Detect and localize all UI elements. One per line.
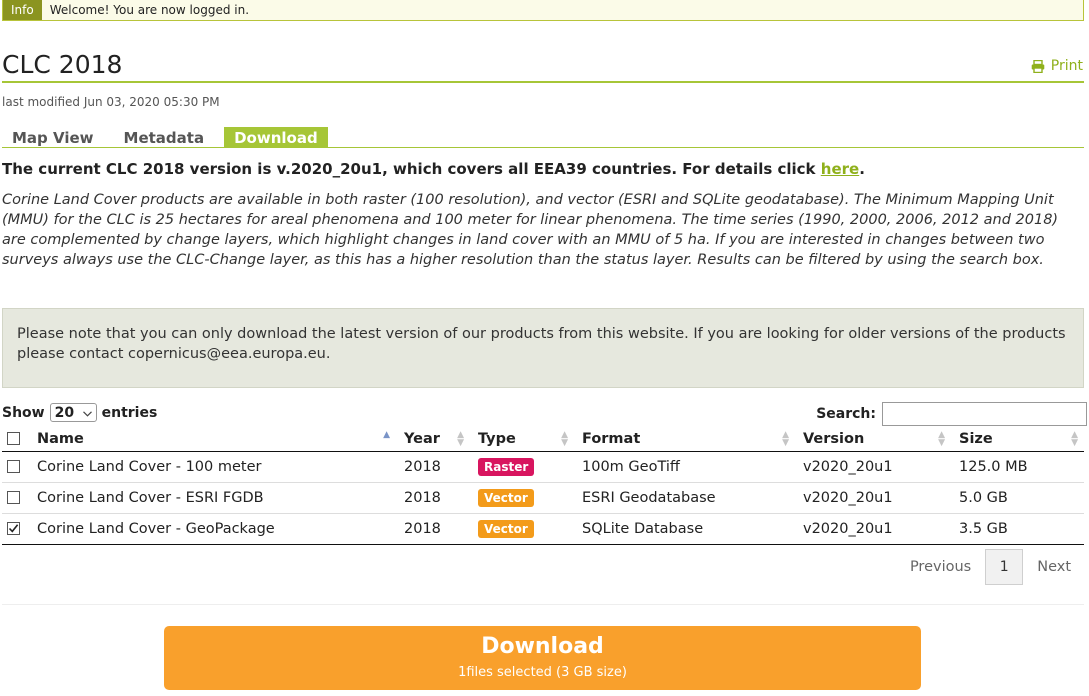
printer-icon xyxy=(1031,59,1045,73)
download-button-label: Download xyxy=(481,634,604,659)
tab-metadata[interactable]: Metadata xyxy=(114,127,215,148)
downloads-table: Name ▲ Year ▲ ▼ Type ▲ ▼ Format ▲ ▼ Version… xyxy=(2,427,1084,545)
chevron-down-icon xyxy=(82,405,92,421)
cell-size: 5.0 GB xyxy=(951,482,1084,514)
cell-year: 2018 xyxy=(396,482,470,514)
column-header-name[interactable]: Name ▲ xyxy=(29,427,396,452)
row-checkbox[interactable] xyxy=(7,491,20,504)
column-header-format[interactable]: Format ▲ ▼ xyxy=(574,427,795,452)
version-notice: The current CLC 2018 version is v.2020_2… xyxy=(2,160,865,178)
next-page-button[interactable]: Next xyxy=(1023,559,1085,575)
pagination-divider xyxy=(2,604,1084,605)
sort-icon: ▲ ▼ xyxy=(782,430,789,448)
product-description: Corine Land Cover products are available… xyxy=(2,192,1059,268)
tab-bar: Map View Metadata Download xyxy=(2,127,328,148)
row-checkbox[interactable] xyxy=(7,460,20,473)
tab-map-view[interactable]: Map View xyxy=(2,127,104,148)
version-note-text: Please note that you can only download t… xyxy=(17,326,1066,362)
version-note-box: Please note that you can only download t… xyxy=(2,308,1084,388)
tab-download[interactable]: Download xyxy=(224,127,328,148)
cell-name: Corine Land Cover - ESRI FGDB xyxy=(29,482,396,514)
select-all-checkbox[interactable] xyxy=(7,432,20,446)
cell-version: v2020_20u1 xyxy=(795,513,951,545)
cell-size: 3.5 GB xyxy=(951,513,1084,545)
download-button[interactable]: Download 1files selected (3 GB size) xyxy=(164,626,921,690)
cell-version: v2020_20u1 xyxy=(795,451,951,483)
cell-year: 2018 xyxy=(396,513,470,545)
select-all-cell xyxy=(2,427,29,452)
column-header-version[interactable]: Version ▲ ▼ xyxy=(795,427,951,452)
previous-page-button[interactable]: Previous xyxy=(896,559,985,575)
type-badge: Vector xyxy=(478,519,534,538)
column-header-year[interactable]: Year ▲ ▼ xyxy=(396,427,470,452)
entries-value: 20 xyxy=(54,404,75,421)
search-label: Search: xyxy=(816,406,876,422)
sort-icon: ▲ ▼ xyxy=(561,430,568,448)
pagination: Previous 1 Next xyxy=(896,549,1085,585)
sort-ascending-icon: ▲ xyxy=(383,430,390,440)
last-modified: last modified Jun 03, 2020 05:30 PM xyxy=(2,95,220,109)
type-badge: Raster xyxy=(478,457,535,476)
table-header-row: Name ▲ Year ▲ ▼ Type ▲ ▼ Format ▲ ▼ Version… xyxy=(2,427,1084,452)
current-page-button[interactable]: 1 xyxy=(985,549,1024,585)
cell-format: ESRI Geodatabase xyxy=(574,482,795,514)
cell-format: SQLite Database xyxy=(574,513,795,545)
column-header-type[interactable]: Type ▲ ▼ xyxy=(470,427,574,452)
table-row[interactable]: Corine Land Cover - ESRI FGDB 2018 Vecto… xyxy=(2,482,1084,514)
page-length-control: Show 20 entries xyxy=(2,403,157,422)
table-search: Search: xyxy=(816,402,1087,426)
version-notice-text: The current CLC 2018 version is v.2020_2… xyxy=(2,160,821,178)
info-message-bar: Info Welcome! You are now logged in. xyxy=(2,0,1084,21)
version-notice-end: . xyxy=(859,160,865,178)
search-input[interactable] xyxy=(882,402,1087,426)
info-tag: Info xyxy=(3,0,42,20)
print-label: Print xyxy=(1050,58,1083,74)
column-header-size[interactable]: Size ▲ ▼ xyxy=(951,427,1084,452)
print-link[interactable]: Print xyxy=(1031,58,1083,74)
details-link[interactable]: here xyxy=(821,160,859,178)
checkmark-icon xyxy=(8,524,19,533)
title-divider xyxy=(2,81,1084,83)
entries-select[interactable]: 20 xyxy=(49,403,97,422)
cell-year: 2018 xyxy=(396,451,470,483)
cell-size: 125.0 MB xyxy=(951,451,1084,483)
cell-version: v2020_20u1 xyxy=(795,482,951,514)
tabs-divider xyxy=(2,147,1084,148)
table-row[interactable]: Corine Land Cover - GeoPackage 2018 Vect… xyxy=(2,513,1084,545)
sort-icon: ▲ ▼ xyxy=(938,430,945,448)
page-title: CLC 2018 xyxy=(2,50,123,79)
sort-icon: ▲ ▼ xyxy=(1071,430,1078,448)
row-checkbox[interactable] xyxy=(7,522,20,535)
type-badge: Vector xyxy=(478,488,534,507)
show-label: Show xyxy=(2,404,45,421)
download-selection-summary: 1files selected (3 GB size) xyxy=(458,665,627,680)
cell-name: Corine Land Cover - GeoPackage xyxy=(29,513,396,545)
cell-format: 100m GeoTiff xyxy=(574,451,795,483)
table-row[interactable]: Corine Land Cover - 100 meter 2018 Raste… xyxy=(2,451,1084,483)
cell-name: Corine Land Cover - 100 meter xyxy=(29,451,396,483)
sort-icon: ▲ ▼ xyxy=(457,430,464,448)
entries-label: entries xyxy=(101,404,158,421)
info-message: Welcome! You are now logged in. xyxy=(49,3,250,17)
